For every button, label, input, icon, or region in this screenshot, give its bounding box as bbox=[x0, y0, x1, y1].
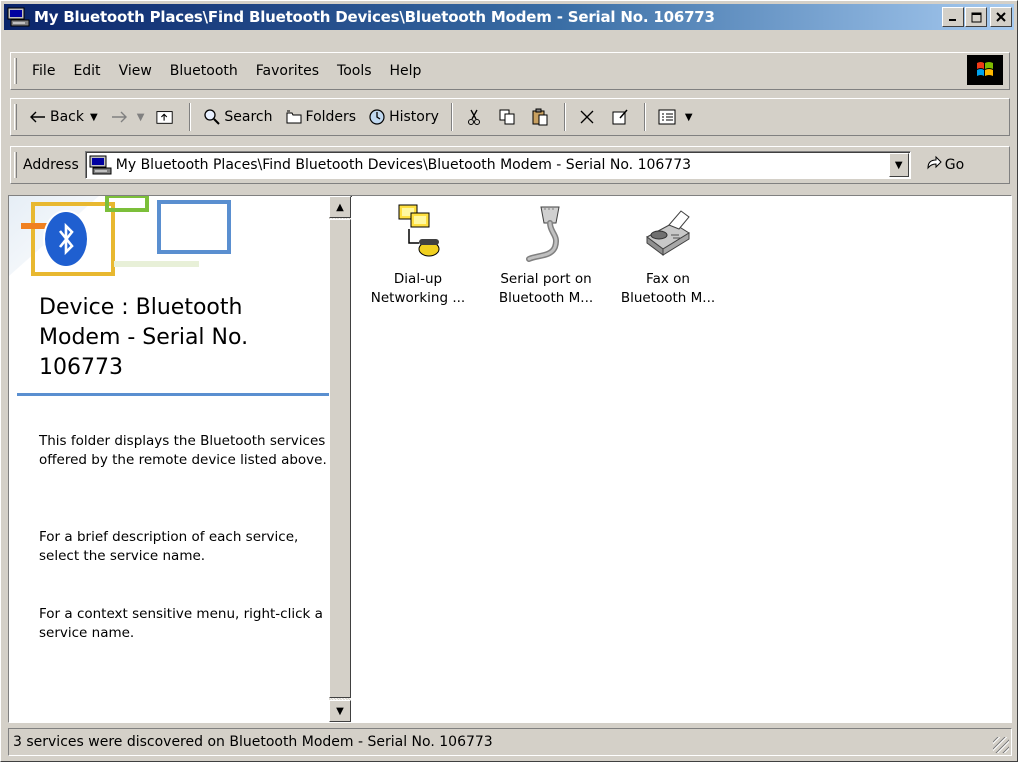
resize-grip[interactable] bbox=[993, 737, 1009, 753]
views-button[interactable]: ▼ bbox=[652, 102, 699, 132]
history-button[interactable]: History bbox=[362, 102, 445, 132]
forward-button[interactable]: ▼ bbox=[104, 102, 151, 132]
minimize-button[interactable] bbox=[942, 7, 964, 27]
cut-button[interactable] bbox=[459, 102, 492, 132]
standard-toolbar: Back ▼ ▼ Search Folders History ▼ bbox=[10, 98, 1010, 136]
folders-icon bbox=[285, 109, 303, 125]
bluetooth-banner bbox=[9, 196, 329, 288]
properties-button[interactable] bbox=[605, 102, 638, 132]
back-arrow-icon bbox=[29, 110, 47, 124]
menu-bar: File Edit View Bluetooth Favorites Tools… bbox=[10, 52, 1010, 90]
paste-button[interactable] bbox=[525, 102, 558, 132]
device-title: Device : Bluetooth Modem - Serial No. 10… bbox=[39, 295, 249, 380]
search-label: Search bbox=[224, 109, 273, 125]
scroll-up-button[interactable]: ▲ bbox=[329, 196, 351, 218]
info-paragraph: For a context sensitive menu, right-clic… bbox=[39, 606, 323, 641]
minimize-icon bbox=[949, 19, 956, 21]
go-label: Go bbox=[944, 157, 965, 173]
content-area: Device : Bluetooth Modem - Serial No. 10… bbox=[8, 195, 1012, 723]
maximize-button[interactable] bbox=[965, 7, 987, 27]
service-label-line2: Networking ... bbox=[370, 290, 466, 306]
bluetooth-logo-icon bbox=[45, 212, 87, 266]
search-icon bbox=[203, 108, 221, 126]
menu-bluetooth[interactable]: Bluetooth bbox=[161, 63, 247, 79]
close-icon bbox=[996, 12, 1006, 22]
service-label-line2: Bluetooth M... bbox=[620, 290, 716, 306]
menu-bar-grip[interactable] bbox=[14, 58, 17, 84]
address-value: My Bluetooth Places\Find Bluetooth Devic… bbox=[115, 157, 692, 173]
service-item-serial-port[interactable]: Serial port on Bluetooth M... bbox=[483, 196, 609, 308]
menu-file[interactable]: File bbox=[23, 63, 64, 79]
left-pane-scrollbar[interactable]: ▲ ▼ bbox=[329, 196, 351, 722]
menu-edit[interactable]: Edit bbox=[64, 63, 109, 79]
delete-x-icon bbox=[578, 109, 596, 125]
service-label-line2: Bluetooth M... bbox=[498, 290, 594, 306]
paste-icon bbox=[531, 108, 549, 126]
views-dropdown-icon[interactable]: ▼ bbox=[685, 112, 693, 123]
service-label-line1: Dial-up bbox=[393, 271, 443, 287]
pane-divider bbox=[17, 393, 329, 396]
properties-icon bbox=[611, 108, 629, 126]
address-dropdown-button[interactable]: ▼ bbox=[888, 153, 909, 177]
toolbar-grip[interactable] bbox=[14, 104, 17, 130]
menu-favorites[interactable]: Favorites bbox=[247, 63, 328, 79]
scissors-icon bbox=[465, 108, 483, 126]
service-item-fax[interactable]: Fax on Bluetooth M... bbox=[605, 196, 731, 308]
service-label-line1: Fax on bbox=[646, 271, 690, 287]
explorer-window: My Bluetooth Places\Find Bluetooth Devic… bbox=[0, 0, 1018, 762]
back-button[interactable]: Back ▼ bbox=[23, 102, 104, 132]
bluetooth-modem-icon bbox=[89, 154, 113, 176]
menu-tools[interactable]: Tools bbox=[328, 63, 381, 79]
copy-icon bbox=[498, 108, 516, 126]
info-paragraph: For a brief description of each service,… bbox=[39, 529, 299, 564]
web-view-pane: Device : Bluetooth Modem - Serial No. 10… bbox=[9, 196, 329, 722]
fax-icon bbox=[638, 196, 698, 270]
address-bar-grip[interactable] bbox=[14, 152, 17, 178]
views-icon bbox=[658, 109, 676, 125]
forward-dropdown-icon[interactable]: ▼ bbox=[137, 112, 145, 123]
service-label-line1: Serial port on bbox=[500, 271, 592, 287]
windows-logo-icon bbox=[967, 55, 1003, 85]
info-paragraph: This folder displays the Bluetooth servi… bbox=[39, 433, 327, 468]
toolbar-separator bbox=[563, 103, 566, 131]
delete-button[interactable] bbox=[572, 102, 605, 132]
go-arrow-icon bbox=[925, 155, 943, 175]
back-label: Back bbox=[50, 109, 84, 125]
go-button[interactable]: Go bbox=[925, 155, 964, 175]
search-button[interactable]: Search bbox=[197, 102, 278, 132]
scroll-thumb[interactable] bbox=[329, 219, 351, 698]
address-label: Address bbox=[23, 157, 79, 173]
close-button[interactable] bbox=[990, 7, 1012, 27]
maximize-icon bbox=[971, 12, 981, 22]
status-text: 3 services were discovered on Bluetooth … bbox=[13, 734, 493, 750]
serial-port-icon bbox=[516, 196, 576, 270]
status-bar: 3 services were discovered on Bluetooth … bbox=[8, 728, 1012, 756]
dialup-networking-icon bbox=[388, 196, 448, 270]
title-bar[interactable]: My Bluetooth Places\Find Bluetooth Devic… bbox=[4, 4, 1014, 30]
toolbar-separator bbox=[643, 103, 646, 131]
menu-view[interactable]: View bbox=[110, 63, 161, 79]
toolbar-separator bbox=[189, 103, 192, 131]
bluetooth-places-icon bbox=[7, 6, 31, 28]
folders-button[interactable]: Folders bbox=[279, 102, 363, 132]
up-folder-icon bbox=[156, 108, 174, 126]
scroll-down-button[interactable]: ▼ bbox=[329, 700, 351, 722]
toolbar-separator bbox=[450, 103, 453, 131]
services-list: Dial-up Networking ... Serial port on Bl… bbox=[352, 196, 1011, 722]
history-label: History bbox=[389, 109, 439, 125]
back-dropdown-icon[interactable]: ▼ bbox=[90, 112, 98, 123]
folders-label: Folders bbox=[305, 109, 357, 125]
address-input[interactable]: My Bluetooth Places\Find Bluetooth Devic… bbox=[84, 151, 911, 179]
copy-button[interactable] bbox=[492, 102, 525, 132]
caption-buttons bbox=[941, 7, 1012, 27]
history-icon bbox=[368, 108, 386, 126]
forward-arrow-icon bbox=[110, 110, 128, 124]
menu-help[interactable]: Help bbox=[381, 63, 431, 79]
up-folder-button[interactable] bbox=[150, 102, 183, 132]
window-title: My Bluetooth Places\Find Bluetooth Devic… bbox=[34, 8, 715, 26]
service-item-dialup[interactable]: Dial-up Networking ... bbox=[355, 196, 481, 308]
address-bar: Address My Bluetooth Places\Find Bluetoo… bbox=[10, 146, 1010, 184]
